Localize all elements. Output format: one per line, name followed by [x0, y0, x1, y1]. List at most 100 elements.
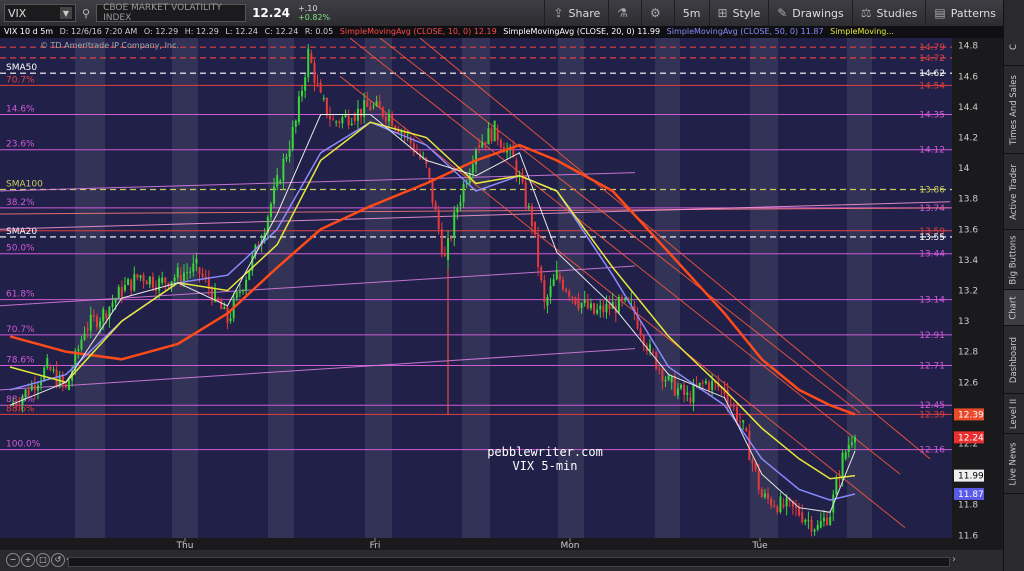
- candle-body: [664, 379, 667, 382]
- candle-body: [742, 420, 745, 423]
- candle-body: [114, 298, 117, 303]
- candle-body: [810, 519, 813, 532]
- chevron-down-icon[interactable]: ▼: [60, 7, 72, 19]
- candle-body: [136, 274, 139, 278]
- candle-body: [658, 368, 661, 370]
- price-tick-label: 13.2: [958, 286, 978, 296]
- candle-body: [133, 274, 136, 291]
- fib-level-value: 13.74: [919, 204, 945, 214]
- candle-body: [819, 521, 822, 528]
- candle-body: [680, 384, 683, 389]
- candle-body: [235, 292, 238, 299]
- candle-body: [813, 529, 816, 532]
- sidebar-item-level-ii[interactable]: Level II: [1004, 394, 1024, 434]
- candle-body: [18, 404, 21, 406]
- price-tick-label: 11.6: [958, 531, 978, 541]
- fib-level-value: 12.71: [919, 361, 945, 371]
- candle-body: [313, 62, 316, 83]
- candle-body: [391, 114, 394, 126]
- candle-body: [291, 127, 294, 149]
- candle-body: [782, 504, 785, 507]
- fit-icon[interactable]: □: [36, 553, 50, 567]
- candle-body: [30, 384, 33, 390]
- candle-body: [148, 276, 151, 285]
- candle-body: [198, 267, 201, 274]
- candle-body: [704, 381, 707, 384]
- settings-button[interactable]: ⚙: [641, 0, 674, 26]
- candle-body: [437, 209, 440, 230]
- candle-body: [89, 315, 92, 331]
- candle-body: [130, 279, 133, 291]
- candle-body: [773, 505, 776, 507]
- candle-body: [829, 516, 832, 525]
- candle-body: [543, 279, 546, 303]
- candle-body: [847, 444, 850, 452]
- reset-icon[interactable]: ↺: [51, 553, 65, 567]
- candle-body: [288, 148, 291, 157]
- candle-body: [285, 156, 288, 159]
- flask-button[interactable]: ⚗: [608, 0, 641, 26]
- sidebar-item-dashboard[interactable]: Dashboard: [1004, 326, 1024, 394]
- candle-body: [481, 141, 484, 148]
- candle-body: [120, 287, 123, 297]
- symbol-input[interactable]: VIX ▼: [4, 4, 76, 22]
- candle-body: [332, 119, 335, 121]
- candle-body: [360, 108, 363, 117]
- info-sma-more: SimpleMoving...: [830, 27, 894, 36]
- sidebar-item-active-trader[interactable]: Active Trader: [1004, 154, 1024, 230]
- sidebar-item-big-buttons[interactable]: Big Buttons: [1004, 230, 1024, 290]
- candle-body: [499, 139, 502, 148]
- candle-body: [462, 184, 465, 203]
- fib-level-percent: 88.6%: [6, 404, 35, 414]
- candle-body: [378, 101, 381, 108]
- candle-body: [294, 120, 297, 128]
- sidebar-item-live-news[interactable]: Live News: [1004, 434, 1024, 494]
- candle-body: [676, 388, 679, 396]
- candle-body: [27, 389, 30, 395]
- candle-body: [496, 129, 499, 140]
- price-badge-label: 11.99: [958, 472, 984, 482]
- sidebar-collapse-icon[interactable]: C: [1004, 28, 1024, 66]
- candle-body: [661, 368, 664, 382]
- candle-body: [673, 376, 676, 396]
- studies-button[interactable]: ⚖ Studies: [851, 0, 926, 26]
- candle-body: [46, 358, 49, 368]
- candle-body: [835, 478, 838, 495]
- candle-body: [667, 375, 670, 380]
- copyright-text: © TD Ameritrade IP Company, Inc.: [40, 41, 179, 50]
- candle-body: [822, 517, 825, 522]
- candle-body: [574, 297, 577, 305]
- sidebar-item-chart[interactable]: Chart: [1004, 290, 1024, 326]
- candle-body: [555, 269, 558, 280]
- style-button[interactable]: ⊞ Style: [708, 0, 769, 26]
- candle-body: [854, 437, 856, 443]
- candle-body: [182, 272, 185, 281]
- price-chart[interactable]: 14.7914.72 14.62 SMA50 14.54 70.7% 14.35 14.6%…: [0, 38, 1004, 550]
- timeframe-button[interactable]: 5m: [673, 0, 709, 26]
- price-tick-label: 13.4: [958, 256, 978, 266]
- candle-body: [571, 296, 574, 298]
- sidebar-item-times-and-sales[interactable]: Times And Sales: [1004, 66, 1024, 154]
- candle-body: [328, 115, 331, 120]
- drawings-button[interactable]: ✎ Drawings: [768, 0, 852, 26]
- candle-body: [127, 279, 130, 285]
- scroll-right-icon[interactable]: ›: [952, 554, 956, 565]
- candle-body: [707, 382, 710, 391]
- candle-body: [217, 298, 220, 301]
- candle-body: [64, 384, 67, 388]
- time-tick-label: Fri: [370, 541, 381, 550]
- share-button[interactable]: ⇪ Share: [544, 0, 608, 26]
- candle-body: [530, 205, 533, 227]
- price-tick-label: 14: [958, 164, 970, 174]
- zoom-in-icon[interactable]: +: [21, 553, 35, 567]
- candle-body: [648, 344, 651, 352]
- zoom-out-icon[interactable]: −: [6, 553, 20, 567]
- fib-level-percent: 78.6%: [6, 355, 35, 365]
- link-icon[interactable]: ⚲: [82, 7, 90, 20]
- fib-level-value: 14.12: [919, 146, 945, 156]
- patterns-button[interactable]: ▤ Patterns: [925, 0, 1004, 26]
- price-badge-label: 11.87: [958, 490, 984, 500]
- chart-scrollbar[interactable]: [68, 557, 950, 567]
- candle-body: [384, 116, 387, 122]
- fib-level-percent: 70.7%: [6, 75, 35, 85]
